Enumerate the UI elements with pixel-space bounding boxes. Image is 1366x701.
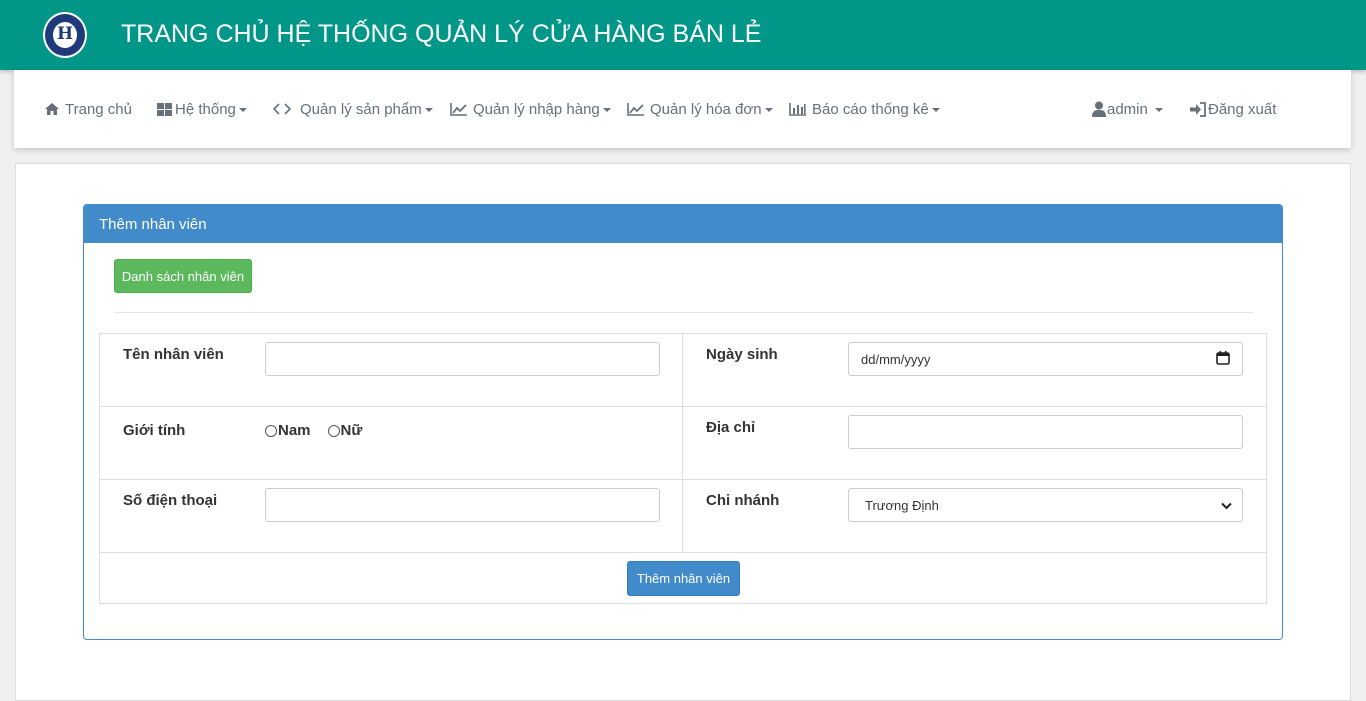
bar-chart-icon [789, 102, 807, 116]
nav-home[interactable]: Trang chủ [44, 70, 132, 148]
chevron-down-icon [238, 108, 247, 112]
add-employee-button[interactable]: Thêm nhân viên [627, 561, 740, 596]
gender-male-label: Nam [278, 422, 311, 439]
gender-label: Giới tính [123, 422, 186, 439]
divider [100, 552, 1266, 553]
nav-system[interactable]: Hệ thống [157, 70, 247, 148]
divider [114, 312, 1253, 313]
sign-in-icon [1189, 101, 1207, 117]
calendar-icon[interactable] [1216, 350, 1230, 368]
employee-name-input[interactable] [265, 342, 660, 376]
grid-icon [157, 102, 172, 116]
chevron-down-icon [764, 108, 773, 112]
phone-label: Số điện thoại [123, 492, 218, 509]
panel-title: Thêm nhân viên [84, 205, 1282, 243]
employee-form: Tên nhân viên Ngày sinh dd/mm/yyyy Giới … [99, 333, 1267, 604]
chevron-down-icon [1221, 498, 1232, 513]
name-label: Tên nhân viên [123, 346, 224, 363]
dob-field[interactable]: dd/mm/yyyy [848, 342, 1243, 376]
employee-list-button[interactable]: Danh sách nhân viên [114, 259, 252, 293]
address-input[interactable] [848, 415, 1243, 449]
user-icon [1092, 101, 1106, 117]
page-title: TRANG CHỦ HỆ THỐNG QUẢN LÝ CỬA HÀNG BÁN … [121, 20, 762, 48]
divider [100, 479, 1266, 480]
divider [100, 406, 1266, 407]
main-navbar: Trang chủ Hệ thống Quản lý sản phẩm Quản… [14, 70, 1351, 148]
nav-invoices[interactable]: Quản lý hóa đơn [627, 70, 773, 148]
chevron-down-icon [424, 108, 433, 112]
nav-logout[interactable]: Đăng xuất [1189, 70, 1276, 148]
gender-male-radio[interactable] [265, 424, 277, 437]
nav-imports-label: Quản lý nhập hàng [473, 100, 600, 118]
phone-input[interactable] [265, 488, 660, 522]
nav-reports-label: Báo cáo thống kê [812, 100, 929, 118]
gender-radio-group: Nam Nữ [265, 422, 362, 439]
dob-placeholder: dd/mm/yyyy [861, 351, 931, 367]
nav-user-menu[interactable]: admin [1092, 70, 1163, 148]
nav-user-label: admin [1107, 100, 1148, 118]
line-chart-icon [450, 102, 468, 116]
chevron-down-icon [602, 108, 611, 112]
gender-female-radio[interactable] [327, 424, 340, 437]
nav-products-label: Quản lý sản phẩm [300, 100, 422, 118]
branch-label: Chi nhánh [706, 492, 780, 509]
code-icon [273, 103, 291, 115]
university-seal-icon: H [43, 12, 87, 58]
add-employee-panel: Thêm nhân viên Danh sách nhân viên Tên n… [83, 204, 1283, 640]
nav-products[interactable]: Quản lý sản phẩm [273, 70, 433, 148]
nav-invoices-label: Quản lý hóa đơn [650, 100, 762, 118]
nav-reports[interactable]: Báo cáo thống kê [789, 70, 940, 148]
chevron-down-icon [931, 108, 940, 112]
chevron-down-icon [1154, 108, 1163, 112]
app-header: H TRANG CHỦ HỆ THỐNG QUẢN LÝ CỬA HÀNG BÁ… [0, 0, 1366, 70]
nav-logout-label: Đăng xuất [1208, 100, 1277, 118]
home-icon [44, 102, 60, 116]
gender-female-label: Nữ [340, 422, 363, 439]
nav-imports[interactable]: Quản lý nhập hàng [450, 70, 611, 148]
nav-system-label: Hệ thống [175, 100, 236, 118]
nav-home-label: Trang chủ [65, 100, 132, 118]
dob-label: Ngày sinh [706, 346, 778, 363]
branch-select[interactable]: Trương Định [848, 488, 1243, 522]
address-label: Địa chỉ [706, 419, 756, 436]
branch-selected-value: Trương Định [865, 497, 939, 513]
line-chart-icon [627, 102, 645, 116]
divider [682, 334, 683, 553]
